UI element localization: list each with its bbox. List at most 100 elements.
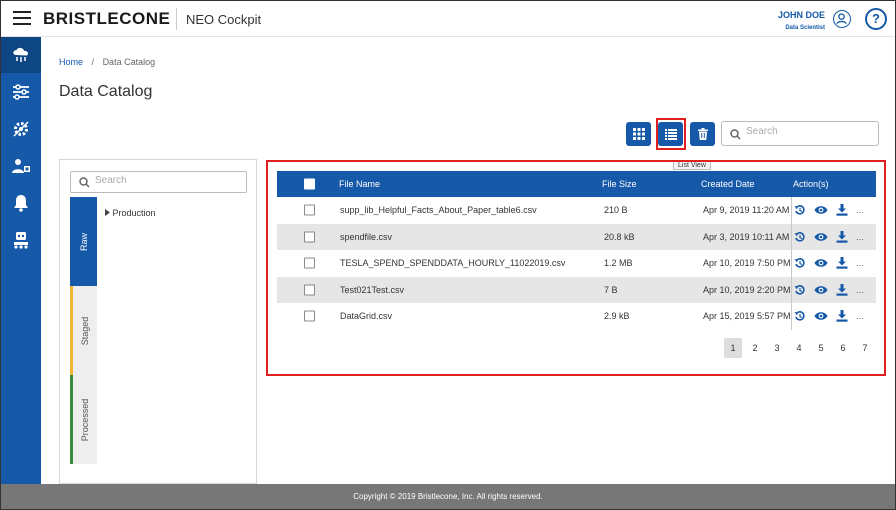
- user-avatar-icon[interactable]: [833, 10, 851, 28]
- delete-button[interactable]: [690, 122, 715, 146]
- breadcrumb-separator: /: [91, 57, 95, 67]
- page-3-button[interactable]: 3: [768, 338, 786, 358]
- help-icon[interactable]: ?: [865, 8, 887, 30]
- row-actions: ...: [794, 250, 864, 277]
- created-date: Apr 3, 2019 10:11 AM: [703, 231, 790, 242]
- col-header-created[interactable]: Created Date: [701, 179, 755, 189]
- history-icon[interactable]: [794, 284, 806, 296]
- grid-view-button[interactable]: [626, 122, 651, 146]
- row-actions: ...: [794, 277, 864, 304]
- file-name[interactable]: spendfile.csv: [340, 232, 392, 242]
- tree-item-production[interactable]: Production: [105, 208, 156, 218]
- actions-divider: [791, 276, 792, 303]
- preview-eye-icon[interactable]: [814, 311, 828, 321]
- download-icon[interactable]: [836, 283, 848, 296]
- catalog-search-input[interactable]: [746, 126, 866, 137]
- breadcrumb: Home / Data Catalog: [59, 57, 155, 67]
- preview-eye-icon[interactable]: [814, 258, 828, 268]
- product-name: NEO Cockpit: [186, 12, 262, 27]
- nav-notification-bell-icon[interactable]: [1, 185, 41, 221]
- file-size: 7 B: [604, 284, 618, 295]
- page-5-button[interactable]: 5: [812, 338, 830, 358]
- col-header-name[interactable]: File Name: [339, 179, 380, 189]
- download-icon[interactable]: [836, 230, 848, 243]
- more-options-icon[interactable]: ...: [856, 311, 864, 321]
- breadcrumb-home-link[interactable]: Home: [59, 57, 83, 67]
- download-icon[interactable]: [836, 257, 848, 269]
- created-date: Apr 10, 2019 7:50 PM: [703, 258, 791, 269]
- nav-user-management-icon[interactable]: [1, 148, 41, 184]
- tab-raw-label: Raw: [78, 232, 89, 251]
- table-row[interactable]: TESLA_SPEND_SPENDDATA_HOURLY_11022019.cs…: [277, 250, 876, 277]
- row-checkbox[interactable]: [304, 257, 315, 269]
- list-view-button[interactable]: [658, 122, 683, 146]
- preview-eye-icon[interactable]: [814, 285, 828, 295]
- brand-logo: BRISTLECONE: [43, 9, 171, 28]
- folder-search-input[interactable]: [95, 175, 215, 186]
- history-icon[interactable]: [794, 204, 806, 216]
- actions-divider: [791, 250, 792, 277]
- actions-divider: [791, 223, 792, 250]
- download-icon[interactable]: [836, 204, 848, 216]
- tree-item-label: Production: [112, 208, 156, 218]
- page-7-button[interactable]: 7: [856, 338, 874, 358]
- page-2-button[interactable]: 2: [746, 338, 764, 358]
- search-icon: [730, 129, 741, 140]
- file-name[interactable]: DataGrid.csv: [340, 311, 392, 321]
- created-date: Apr 9, 2019 11:20 AM: [703, 205, 790, 216]
- grid-icon: [632, 128, 645, 140]
- tab-raw[interactable]: Raw: [70, 197, 97, 286]
- file-size: 2.9 kB: [604, 311, 630, 322]
- page-title: Data Catalog: [59, 83, 153, 100]
- history-icon[interactable]: [794, 257, 806, 269]
- created-date: Apr 10, 2019 2:20 PM: [703, 284, 791, 295]
- hamburger-menu-icon[interactable]: [13, 11, 31, 25]
- table-row[interactable]: spendfile.csv 20.8 kB Apr 3, 2019 10:11 AM…: [277, 223, 876, 251]
- search-icon: [79, 177, 90, 188]
- tab-staged[interactable]: Staged: [70, 286, 97, 375]
- select-all-checkbox[interactable]: [304, 178, 315, 190]
- user-name[interactable]: JOHN DOE: [778, 10, 825, 20]
- history-icon[interactable]: [794, 231, 806, 243]
- table-row[interactable]: supp_lib_Helpful_Facts_About_Paper_table…: [277, 197, 876, 224]
- top-bar: BRISTLECONE NEO Cockpit JOHN DOE Data Sc…: [1, 1, 895, 37]
- nav-pipeline-icon[interactable]: [1, 74, 41, 110]
- table-row[interactable]: Test021Test.csv 7 B Apr 10, 2019 2:20 PM..…: [277, 276, 876, 304]
- user-role: Data Scientist: [785, 25, 825, 31]
- file-name[interactable]: Test021Test.csv: [340, 285, 404, 295]
- row-checkbox[interactable]: [304, 231, 315, 243]
- brand-divider: [176, 8, 177, 30]
- table-row[interactable]: DataGrid.csv 2.9 kB Apr 15, 2019 5:57 PM..…: [277, 303, 876, 330]
- more-options-icon[interactable]: ...: [856, 258, 864, 268]
- page-4-button[interactable]: 4: [790, 338, 808, 358]
- more-options-icon[interactable]: ...: [856, 205, 864, 215]
- tab-processed-label: Processed: [80, 398, 90, 441]
- file-name[interactable]: supp_lib_Helpful_Facts_About_Paper_table…: [340, 205, 537, 215]
- col-header-size[interactable]: File Size: [602, 179, 637, 189]
- created-date: Apr 15, 2019 5:57 PM: [703, 311, 791, 322]
- page-6-button[interactable]: 6: [834, 338, 852, 358]
- nav-data-catalog-icon[interactable]: [1, 37, 41, 73]
- nav-settings-gear-icon[interactable]: [1, 111, 41, 147]
- nav-robot-icon[interactable]: [1, 222, 41, 258]
- file-name[interactable]: TESLA_SPEND_SPENDDATA_HOURLY_11022019.cs…: [340, 258, 565, 268]
- breadcrumb-current: Data Catalog: [102, 57, 156, 67]
- footer-copyright: Copyright © 2019 Bristlecone, Inc. All r…: [1, 484, 895, 509]
- tab-processed[interactable]: Processed: [70, 375, 97, 464]
- download-icon[interactable]: [836, 310, 848, 322]
- page-1-button[interactable]: 1: [724, 338, 742, 358]
- row-checkbox[interactable]: [304, 310, 315, 322]
- more-options-icon[interactable]: ...: [856, 232, 864, 242]
- folder-panel: Raw Staged Processed Production: [59, 159, 257, 484]
- row-actions: ...: [794, 197, 864, 224]
- row-checkbox[interactable]: [304, 284, 315, 296]
- preview-eye-icon[interactable]: [814, 205, 828, 215]
- file-size: 210 B: [604, 205, 628, 216]
- side-nav: [1, 37, 41, 484]
- more-options-icon[interactable]: ...: [856, 285, 864, 295]
- preview-eye-icon[interactable]: [814, 232, 828, 242]
- row-actions: ...: [794, 224, 864, 251]
- history-icon[interactable]: [794, 310, 806, 322]
- row-checkbox[interactable]: [304, 204, 315, 216]
- trash-icon: [697, 128, 708, 140]
